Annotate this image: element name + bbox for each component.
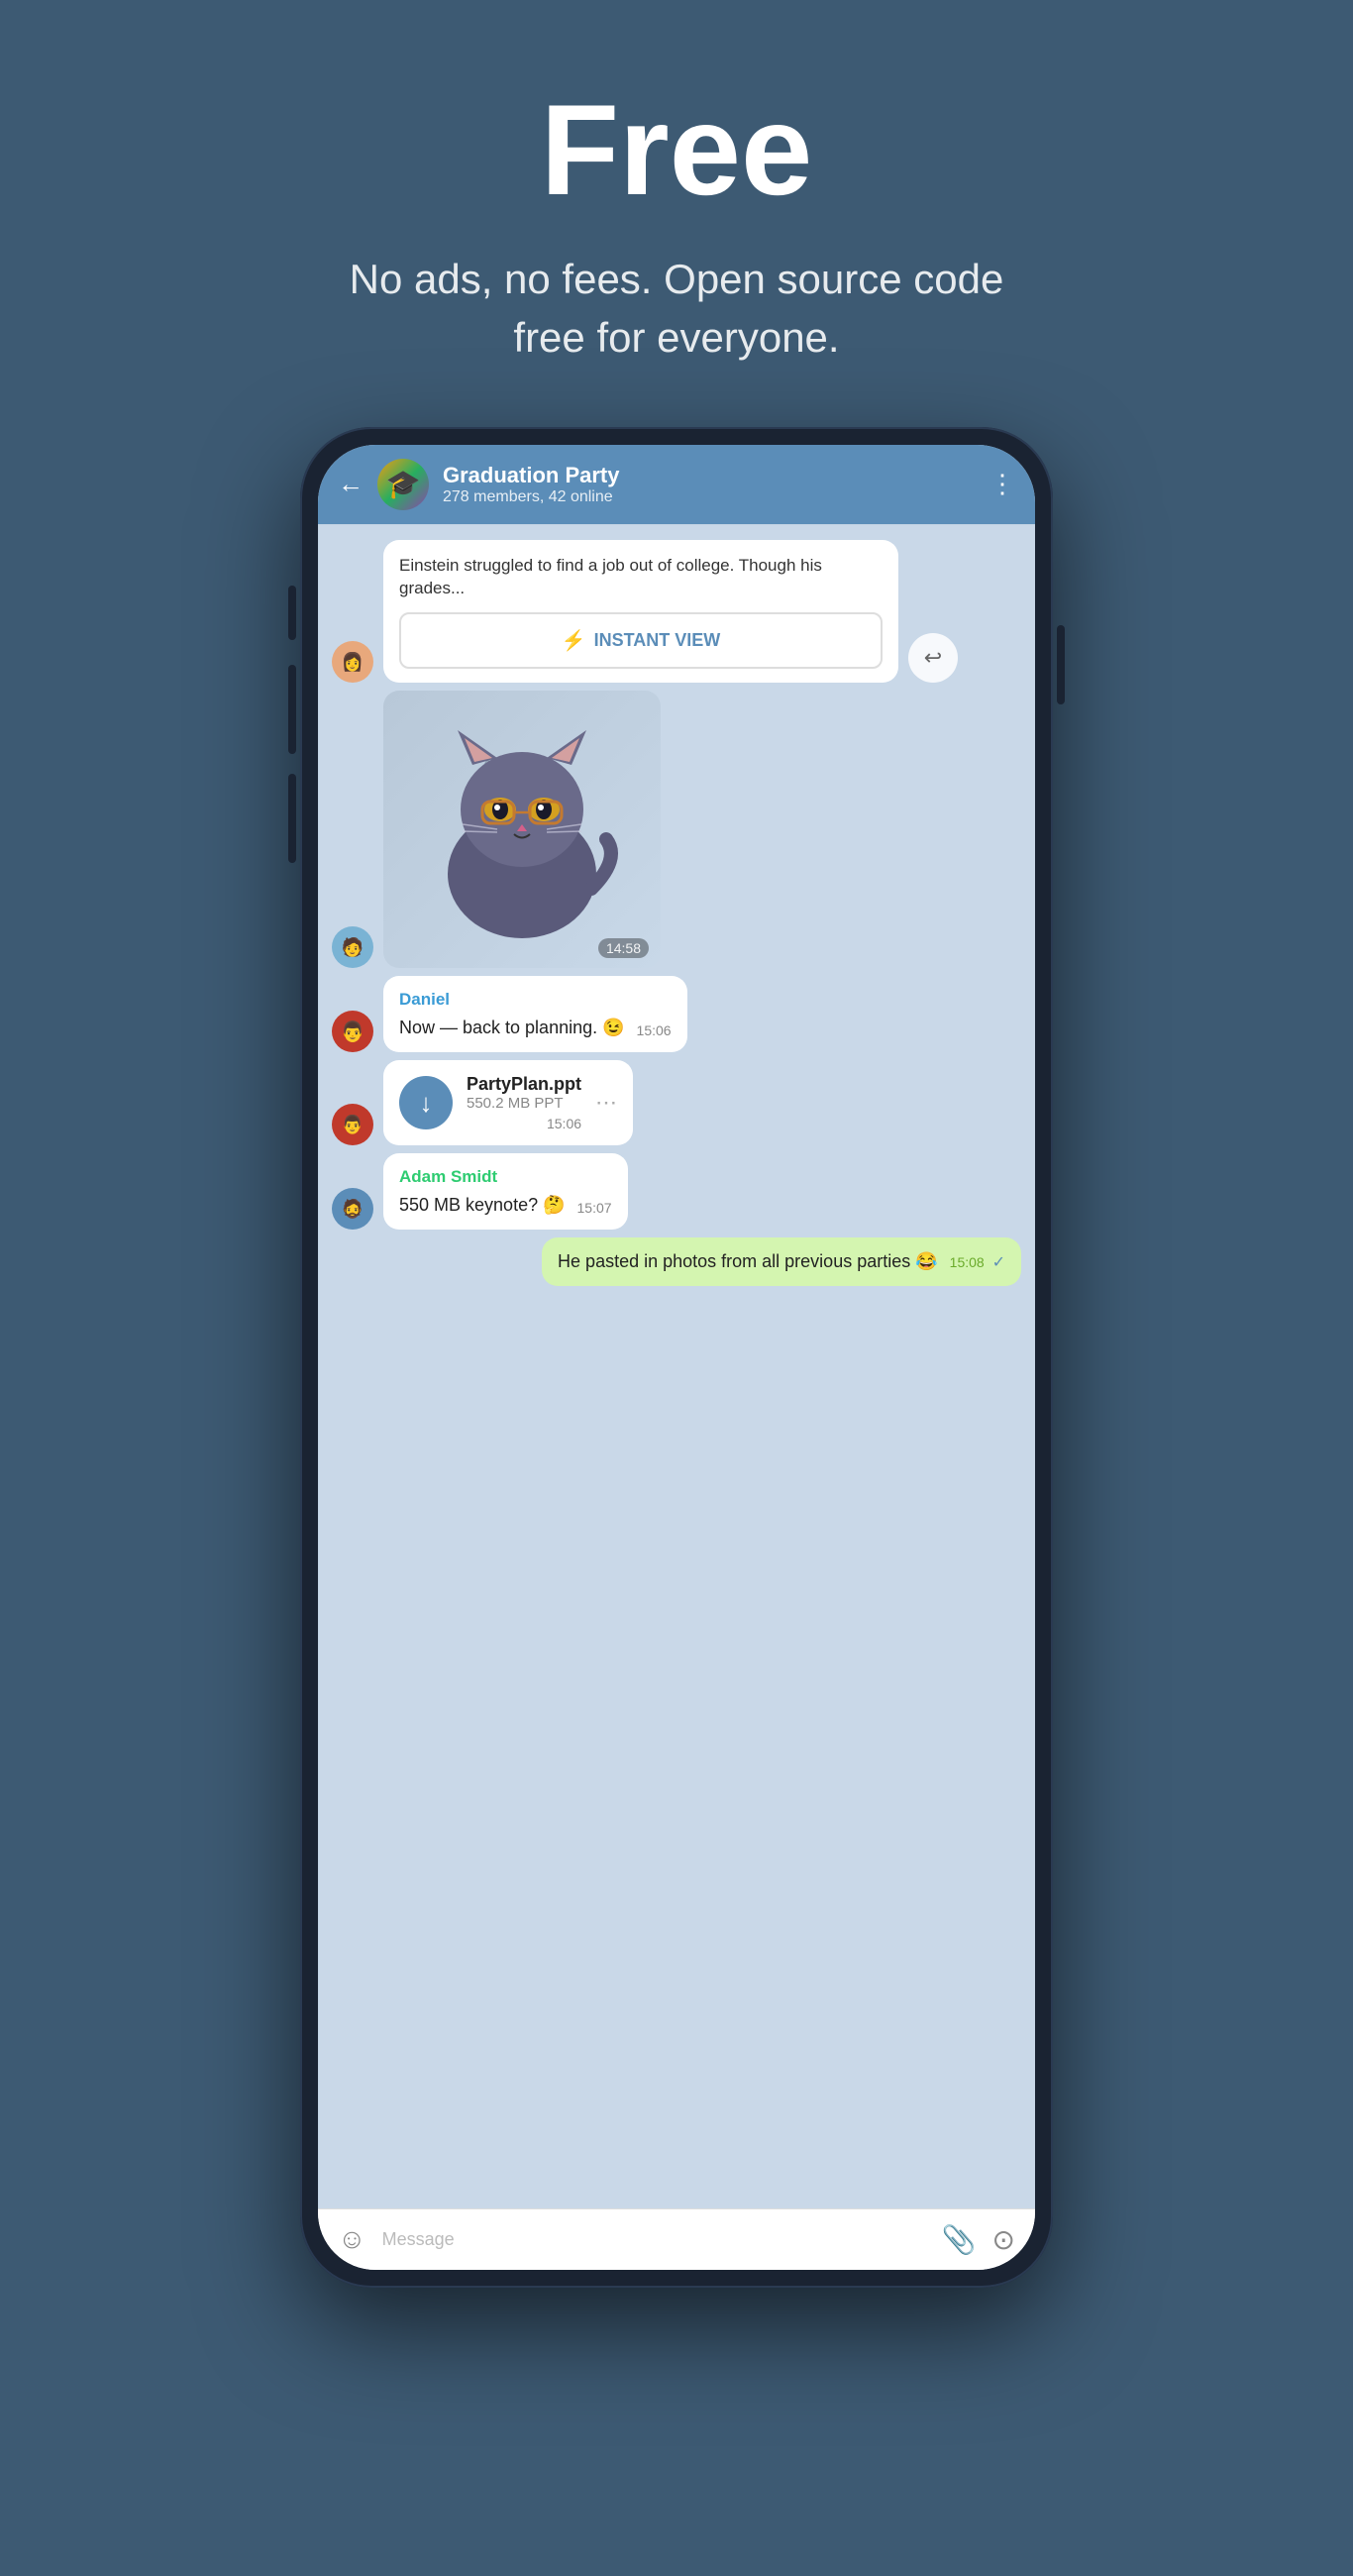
avatar: 👩 [332, 641, 373, 683]
avatar: 👨 [332, 1104, 373, 1145]
avatar: 👨 [332, 1011, 373, 1052]
file-time: 15:06 [467, 1116, 581, 1131]
checkmark-icon: ✓ [992, 1254, 1005, 1271]
power-button [1057, 625, 1065, 704]
back-button[interactable]: ← [338, 469, 364, 499]
share-button[interactable]: ↩ [908, 633, 958, 683]
file-menu-button[interactable]: ⋯ [595, 1090, 617, 1116]
message-bubble: Daniel Now — back to planning. 😉 15:06 [383, 976, 687, 1052]
file-name: PartyPlan.ppt [467, 1074, 581, 1095]
emoji-button[interactable]: ☺ [338, 2223, 366, 2255]
message-time: 15:08 ✓ [950, 1252, 1005, 1274]
file-size: 550.2 MB PPT [467, 1095, 581, 1112]
table-row: He pasted in photos from all previous pa… [332, 1237, 1021, 1286]
phone-screen: ← 🎓 Graduation Party 278 members, 42 onl… [318, 445, 1035, 2270]
message-input-placeholder[interactable]: Message [382, 2229, 926, 2250]
own-message-bubble: He pasted in photos from all previous pa… [542, 1237, 1021, 1286]
message-time: 15:06 [637, 1021, 672, 1041]
message-content: He pasted in photos from all previous pa… [558, 1249, 1005, 1274]
avatar: 🧑 [332, 926, 373, 968]
download-button[interactable]: ↓ [399, 1076, 453, 1129]
message-content: Now — back to planning. 😉 15:06 [399, 1016, 672, 1040]
message-content: 550 MB keynote? 🤔 15:07 [399, 1193, 612, 1218]
table-row: 👩 Einstein struggled to find a job out o… [332, 540, 1021, 684]
message-text: He pasted in photos from all previous pa… [558, 1249, 938, 1274]
hero-subtitle: No ads, no fees. Open source code free f… [330, 251, 1023, 368]
group-name: Graduation Party [443, 463, 976, 488]
table-row: 🧔 Adam Smidt 550 MB keynote? 🤔 15:07 [332, 1153, 1021, 1230]
silent-button [288, 774, 296, 863]
instant-view-label: INSTANT VIEW [594, 630, 721, 651]
instant-view-button[interactable]: ⚡ INSTANT VIEW [399, 612, 883, 669]
input-bar: ☺ Message 📎 ⊙ [318, 2208, 1035, 2270]
header-menu-button[interactable]: ⋮ [989, 469, 1015, 499]
phone-outer: ← 🎓 Graduation Party 278 members, 42 onl… [300, 427, 1053, 2288]
message-text: 550 MB keynote? 🤔 [399, 1193, 566, 1218]
group-avatar: 🎓 [377, 459, 429, 510]
message-text: Now — back to planning. 😉 [399, 1016, 625, 1040]
message-time: 15:07 [577, 1199, 612, 1219]
volume-up-button [288, 586, 296, 640]
message-bubble: Adam Smidt 550 MB keynote? 🤔 15:07 [383, 1153, 628, 1230]
chat-body: 👩 Einstein struggled to find a job out o… [318, 524, 1035, 2208]
link-preview-text: Einstein struggled to find a job out of … [399, 554, 883, 601]
camera-button[interactable]: ⊙ [992, 2223, 1015, 2256]
file-bubble: ↓ PartyPlan.ppt 550.2 MB PPT 15:06 ⋯ [383, 1060, 633, 1145]
sender-name: Adam Smidt [399, 1165, 612, 1189]
table-row: 👨 ↓ PartyPlan.ppt 550.2 MB PPT 15:06 ⋯ [332, 1060, 1021, 1145]
hero-title: Free [330, 79, 1023, 221]
hero-section: Free No ads, no fees. Open source code f… [290, 0, 1063, 427]
group-info: Graduation Party 278 members, 42 online [443, 463, 976, 506]
attach-button[interactable]: 📎 [942, 2223, 977, 2256]
group-members: 278 members, 42 online [443, 488, 976, 506]
chat-header: ← 🎓 Graduation Party 278 members, 42 onl… [318, 445, 1035, 524]
bolt-icon: ⚡ [562, 628, 586, 653]
avatar: 🧔 [332, 1188, 373, 1230]
phone-wrapper: ← 🎓 Graduation Party 278 members, 42 onl… [300, 427, 1053, 2288]
sender-name: Daniel [399, 988, 672, 1012]
cat-sticker-svg [423, 720, 621, 938]
table-row: 🧑 A = πr²V = l³P = 2πrA = πr²s = √(r² + … [332, 691, 1021, 968]
sticker-image: A = πr²V = l³P = 2πrA = πr²s = √(r² + h²… [383, 691, 661, 968]
table-row: 👨 Daniel Now — back to planning. 😉 15:06 [332, 976, 1021, 1052]
sticker-bubble: A = πr²V = l³P = 2πrA = πr²s = √(r² + h²… [383, 691, 661, 968]
link-preview-bubble: Einstein struggled to find a job out of … [383, 540, 898, 684]
volume-down-button [288, 665, 296, 754]
sticker-time: 14:58 [598, 938, 649, 958]
file-info: PartyPlan.ppt 550.2 MB PPT 15:06 [467, 1074, 581, 1131]
